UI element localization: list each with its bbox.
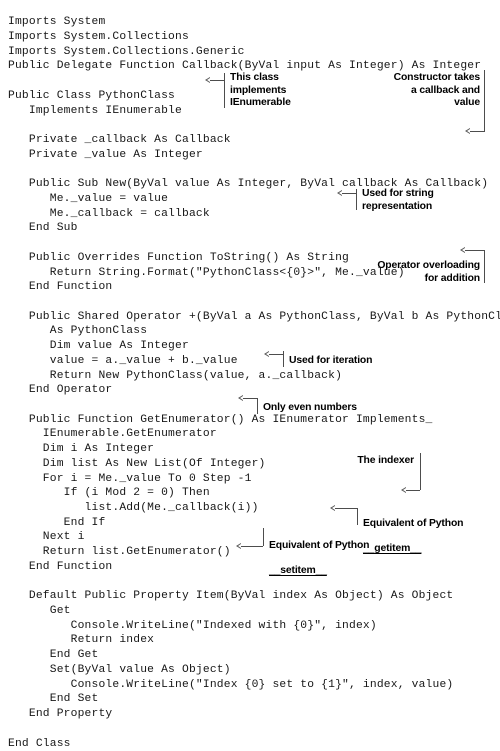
code-line: End Function [8, 560, 113, 573]
code-line: End Class [8, 737, 71, 750]
code-line: Dim value As Integer [8, 340, 189, 353]
code-line: Imports System.Collections.Generic [8, 45, 245, 58]
code-line: End Sub [8, 222, 78, 235]
code-line: Default Public Property Item(ByVal index… [8, 590, 454, 603]
annotation-equivalent-setitem: Equivalent of Python __setitem__ [269, 527, 401, 577]
leader-line-the-indexer [406, 490, 420, 491]
code-line: Return New PythonClass(value, a._callbac… [8, 369, 343, 382]
code-line: IEnumerable.GetEnumerator [8, 428, 217, 441]
code-line: End Set [8, 693, 99, 706]
code-line: value = a._value + b._value [8, 354, 238, 367]
code-line: Return index [8, 634, 155, 647]
leader-arrow-the-indexer [401, 487, 406, 493]
code-line: End Get [8, 649, 99, 662]
leader-line-equivalent-getitem [335, 508, 357, 509]
code-line: As PythonClass [8, 325, 148, 338]
annotation-constructor-takes: Constructor takes a callback and value [393, 72, 481, 109]
code-line: Set(ByVal value As Object) [8, 663, 231, 676]
annotation-string-representation: Used for string representation [362, 188, 434, 212]
leader-line-string-representation [342, 193, 356, 194]
code-line: If (i Mod 2 = 0) Then [8, 487, 210, 500]
source-code-block: Imports System Imports System.Collections… [8, 15, 500, 751]
code-line: Dim list As New List(Of Integer) [8, 457, 266, 470]
annotation-operator-overloading: Operator overloading for addition [377, 260, 480, 284]
code-line: For i = Me._value To 0 Step -1 [8, 472, 252, 485]
leader-arrow-constructor-takes [465, 128, 470, 134]
code-line: Public Function GetEnumerator() As IEnum… [8, 413, 433, 426]
leader-line-operator-overloading [465, 250, 484, 251]
leader-line-only-even-numbers [243, 398, 257, 399]
code-line: Console.WriteLine("Indexed with {0}", in… [8, 619, 377, 632]
code-line: Imports System.Collections [8, 31, 189, 44]
leader-bar-operator-overloading [484, 250, 485, 283]
code-line: Private _value As Integer [8, 148, 203, 161]
leader-line-used-for-iteration [269, 354, 283, 355]
leader-line-constructor-takes [470, 131, 484, 132]
leader-bar-the-indexer [420, 453, 421, 490]
leader-bar-constructor-takes [484, 70, 485, 132]
leader-line-implements-ienumerable [210, 80, 224, 81]
code-line: Imports System [8, 16, 106, 29]
leader-bar-used-for-iteration [283, 351, 284, 367]
leader-bar-implements-ienumerable [224, 73, 225, 108]
annotation-setitem-line1: Equivalent of Python [269, 539, 370, 551]
annotation-implements-ienumerable: This class implements IEnumerable [230, 72, 291, 109]
leader-bar-equivalent-setitem [263, 528, 264, 546]
leader-line-equivalent-setitem [241, 546, 263, 547]
code-line: Public Shared Operator +(ByVal a As Pyth… [8, 310, 500, 323]
code-line: End Operator [8, 384, 113, 397]
leader-bar-string-representation [356, 189, 357, 210]
leader-bar-equivalent-getitem [357, 508, 358, 525]
code-line: Dim i As Integer [8, 443, 155, 456]
code-listing-figure: Imports System Imports System.Collections… [0, 0, 500, 749]
code-line: Get [8, 605, 71, 618]
code-line: Private _callback As Callback [8, 134, 231, 147]
code-line: Console.WriteLine("Index {0} set to {1}"… [8, 678, 454, 691]
leader-bar-only-even-numbers [257, 398, 258, 414]
annotation-the-indexer: The indexer [357, 455, 414, 466]
annotation-only-even-numbers: Only even numbers [263, 402, 357, 413]
annotation-setitem-line2: __setitem__ [269, 564, 327, 576]
code-line: End Property [8, 708, 113, 721]
annotation-used-for-iteration: Used for iteration [289, 355, 373, 366]
